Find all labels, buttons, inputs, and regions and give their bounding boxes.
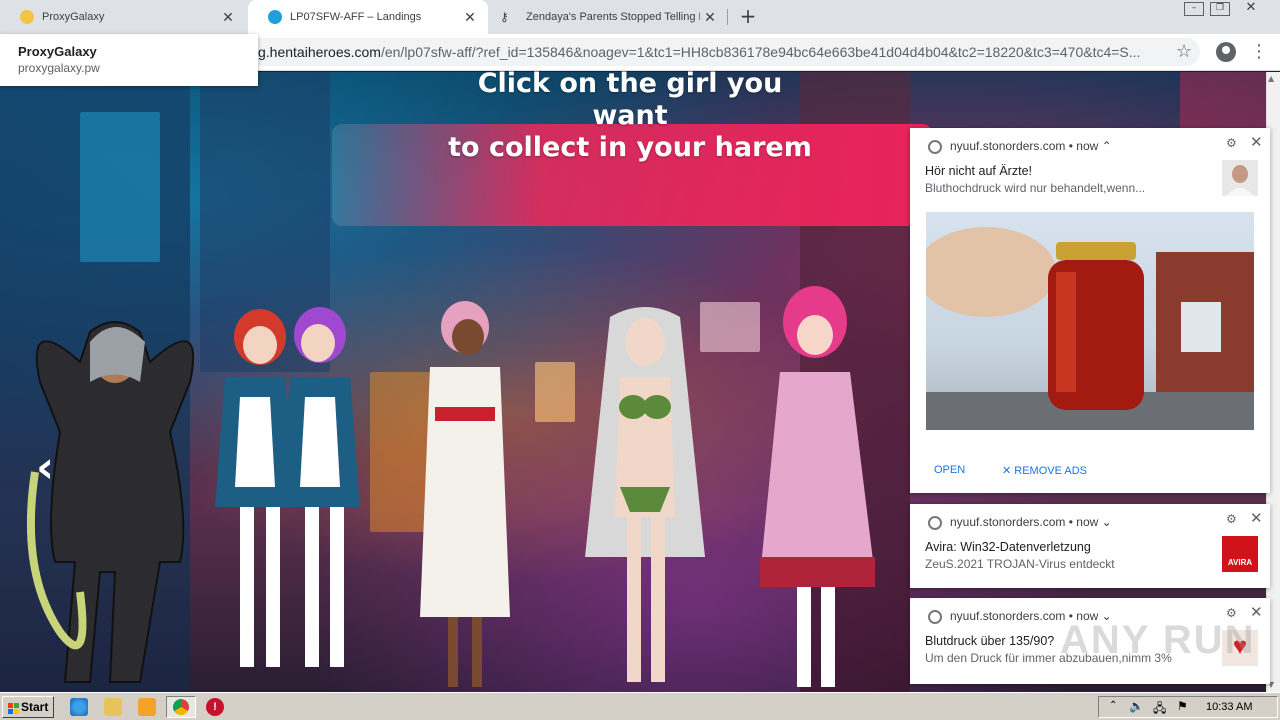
notification-source: nyuuf.stonorders.com • now ⌄ <box>950 515 1112 529</box>
bookmark-star-icon[interactable]: ☆ <box>1176 41 1192 62</box>
flag-icon[interactable]: ⚑ <box>1177 699 1188 713</box>
notification-popup[interactable]: nyuuf.stonorders.com • now ⌄ ⚙ ✕ Blutdru… <box>910 598 1270 684</box>
close-icon[interactable]: ✕ <box>1250 509 1263 527</box>
url-path: /en/lp07sfw-aff/?ref_id=135846&noagev=1&… <box>380 44 1141 60</box>
notification-title: Blutdruck über 135/90? <box>925 634 1055 648</box>
chrome-icon <box>928 140 942 154</box>
chrome-icon <box>928 610 942 624</box>
folder-icon[interactable] <box>104 698 122 716</box>
previous-arrow-icon[interactable]: ‹ <box>36 442 54 493</box>
scroll-up-arrow-icon[interactable]: ▲ <box>1268 74 1274 83</box>
chrome-icon <box>928 516 942 530</box>
notification-title: Avira: Win32-Datenverletzung <box>925 540 1091 554</box>
menu-kebab-icon[interactable]: ⋮ <box>1250 41 1268 62</box>
neon-sign <box>80 112 160 262</box>
media-player-icon[interactable] <box>138 698 156 716</box>
girl-twin-maids[interactable] <box>210 287 370 692</box>
hover-card-title: ProxyGalaxy <box>18 44 97 59</box>
banner-line-1: Click on the girl you want <box>477 68 783 131</box>
hover-card-domain: proxygalaxy.pw <box>18 61 100 75</box>
notification-popup[interactable]: nyuuf.stonorders.com • now ⌄ ⚙ ✕ Avira: … <box>910 504 1270 588</box>
tray-expand-icon[interactable]: ⌃ <box>1109 700 1117 711</box>
close-tab-icon[interactable]: ✕ <box>700 9 720 26</box>
honey-jar-image <box>926 212 1254 430</box>
gear-icon[interactable]: ⚙ <box>1226 136 1237 150</box>
banner-line-2: to collect in your harem <box>448 132 812 163</box>
close-tab-icon[interactable]: ✕ <box>218 9 238 26</box>
banner-heading: Click on the girl you want to collect in… <box>440 68 820 164</box>
girl-elf-ivy[interactable] <box>565 297 725 692</box>
doctor-thumbnail-image <box>1222 160 1258 196</box>
watermark: ANY RUN <box>1060 618 1256 662</box>
new-tab-icon[interactable]: + <box>736 5 760 29</box>
key-icon: ⚷ <box>500 10 509 24</box>
volume-icon[interactable]: 🔈 <box>1129 699 1144 713</box>
tab-separator <box>727 9 728 25</box>
url-text[interactable]: g.hentaiheroes.com/en/lp07sfw-aff/?ref_i… <box>258 44 1163 60</box>
network-icon[interactable]: 🖧 <box>1153 699 1166 720</box>
close-tab-icon[interactable]: ✕ <box>460 9 480 26</box>
girl-catgirl-white-dress[interactable] <box>410 287 520 692</box>
close-icon[interactable]: ✕ <box>1250 133 1263 151</box>
notification-body: ZeuS.2021 TROJAN-Virus entdeckt <box>925 557 1115 571</box>
alert-icon[interactable]: ! <box>206 698 224 716</box>
close-icon: ✕ <box>1002 465 1015 477</box>
landings-favicon-icon <box>268 10 282 24</box>
close-window-icon[interactable]: ✕ <box>1236 1 1266 16</box>
proxygalaxy-favicon-icon <box>20 10 34 24</box>
tab-title: ProxyGalaxy <box>42 11 105 23</box>
gear-icon[interactable]: ⚙ <box>1226 512 1237 526</box>
internet-explorer-icon[interactable] <box>70 698 88 716</box>
notification-body: Bluthochdruck wird nur behandelt,wenn... <box>925 181 1146 195</box>
start-label: Start <box>21 700 49 714</box>
open-button[interactable]: OPEN <box>934 464 965 476</box>
start-button[interactable]: Start <box>2 696 54 718</box>
tab-title: Zendaya's Parents Stopped Telling H <box>526 11 700 23</box>
chrome-taskbar-button[interactable] <box>166 696 196 718</box>
avira-logo-icon: AVIRA <box>1222 536 1258 572</box>
notification-title: Hör nicht auf Ärzte! <box>925 164 1032 178</box>
taskbar: Start ! ⌃ 🔈 🖧 ⚑ 10:33 AM <box>0 692 1280 720</box>
tab-landings[interactable]: LP07SFW-AFF – Landings ✕ <box>248 0 488 34</box>
minimize-icon[interactable]: – <box>1184 2 1204 16</box>
taskbar-clock[interactable]: 10:33 AM <box>1206 701 1252 713</box>
notification-source: nyuuf.stonorders.com • now ⌃ <box>950 139 1112 153</box>
profile-avatar-icon[interactable] <box>1216 42 1236 62</box>
notification-popup[interactable]: nyuuf.stonorders.com • now ⌃ ⚙ ✕ Hör nic… <box>910 128 1270 493</box>
tab-hover-card: ProxyGalaxy proxygalaxy.pw <box>0 34 258 86</box>
tab-strip: ProxyGalaxy ✕ LP07SFW-AFF – Landings ✕ ⚷… <box>0 0 1280 34</box>
windows-logo-icon <box>8 703 19 714</box>
tab-proxygalaxy[interactable]: ProxyGalaxy ✕ <box>0 0 246 34</box>
tab-title: LP07SFW-AFF – Landings <box>290 11 422 23</box>
url-host: g.hentaiheroes.com <box>258 44 381 60</box>
remove-ads-button[interactable]: ✕ REMOVE ADS <box>1002 464 1087 477</box>
girl-pink-dress[interactable] <box>755 277 885 692</box>
tab-zendaya[interactable]: ⚷ Zendaya's Parents Stopped Telling H ✕ <box>488 0 728 34</box>
restore-icon[interactable]: ❐ <box>1210 2 1230 16</box>
chrome-icon <box>173 699 189 715</box>
